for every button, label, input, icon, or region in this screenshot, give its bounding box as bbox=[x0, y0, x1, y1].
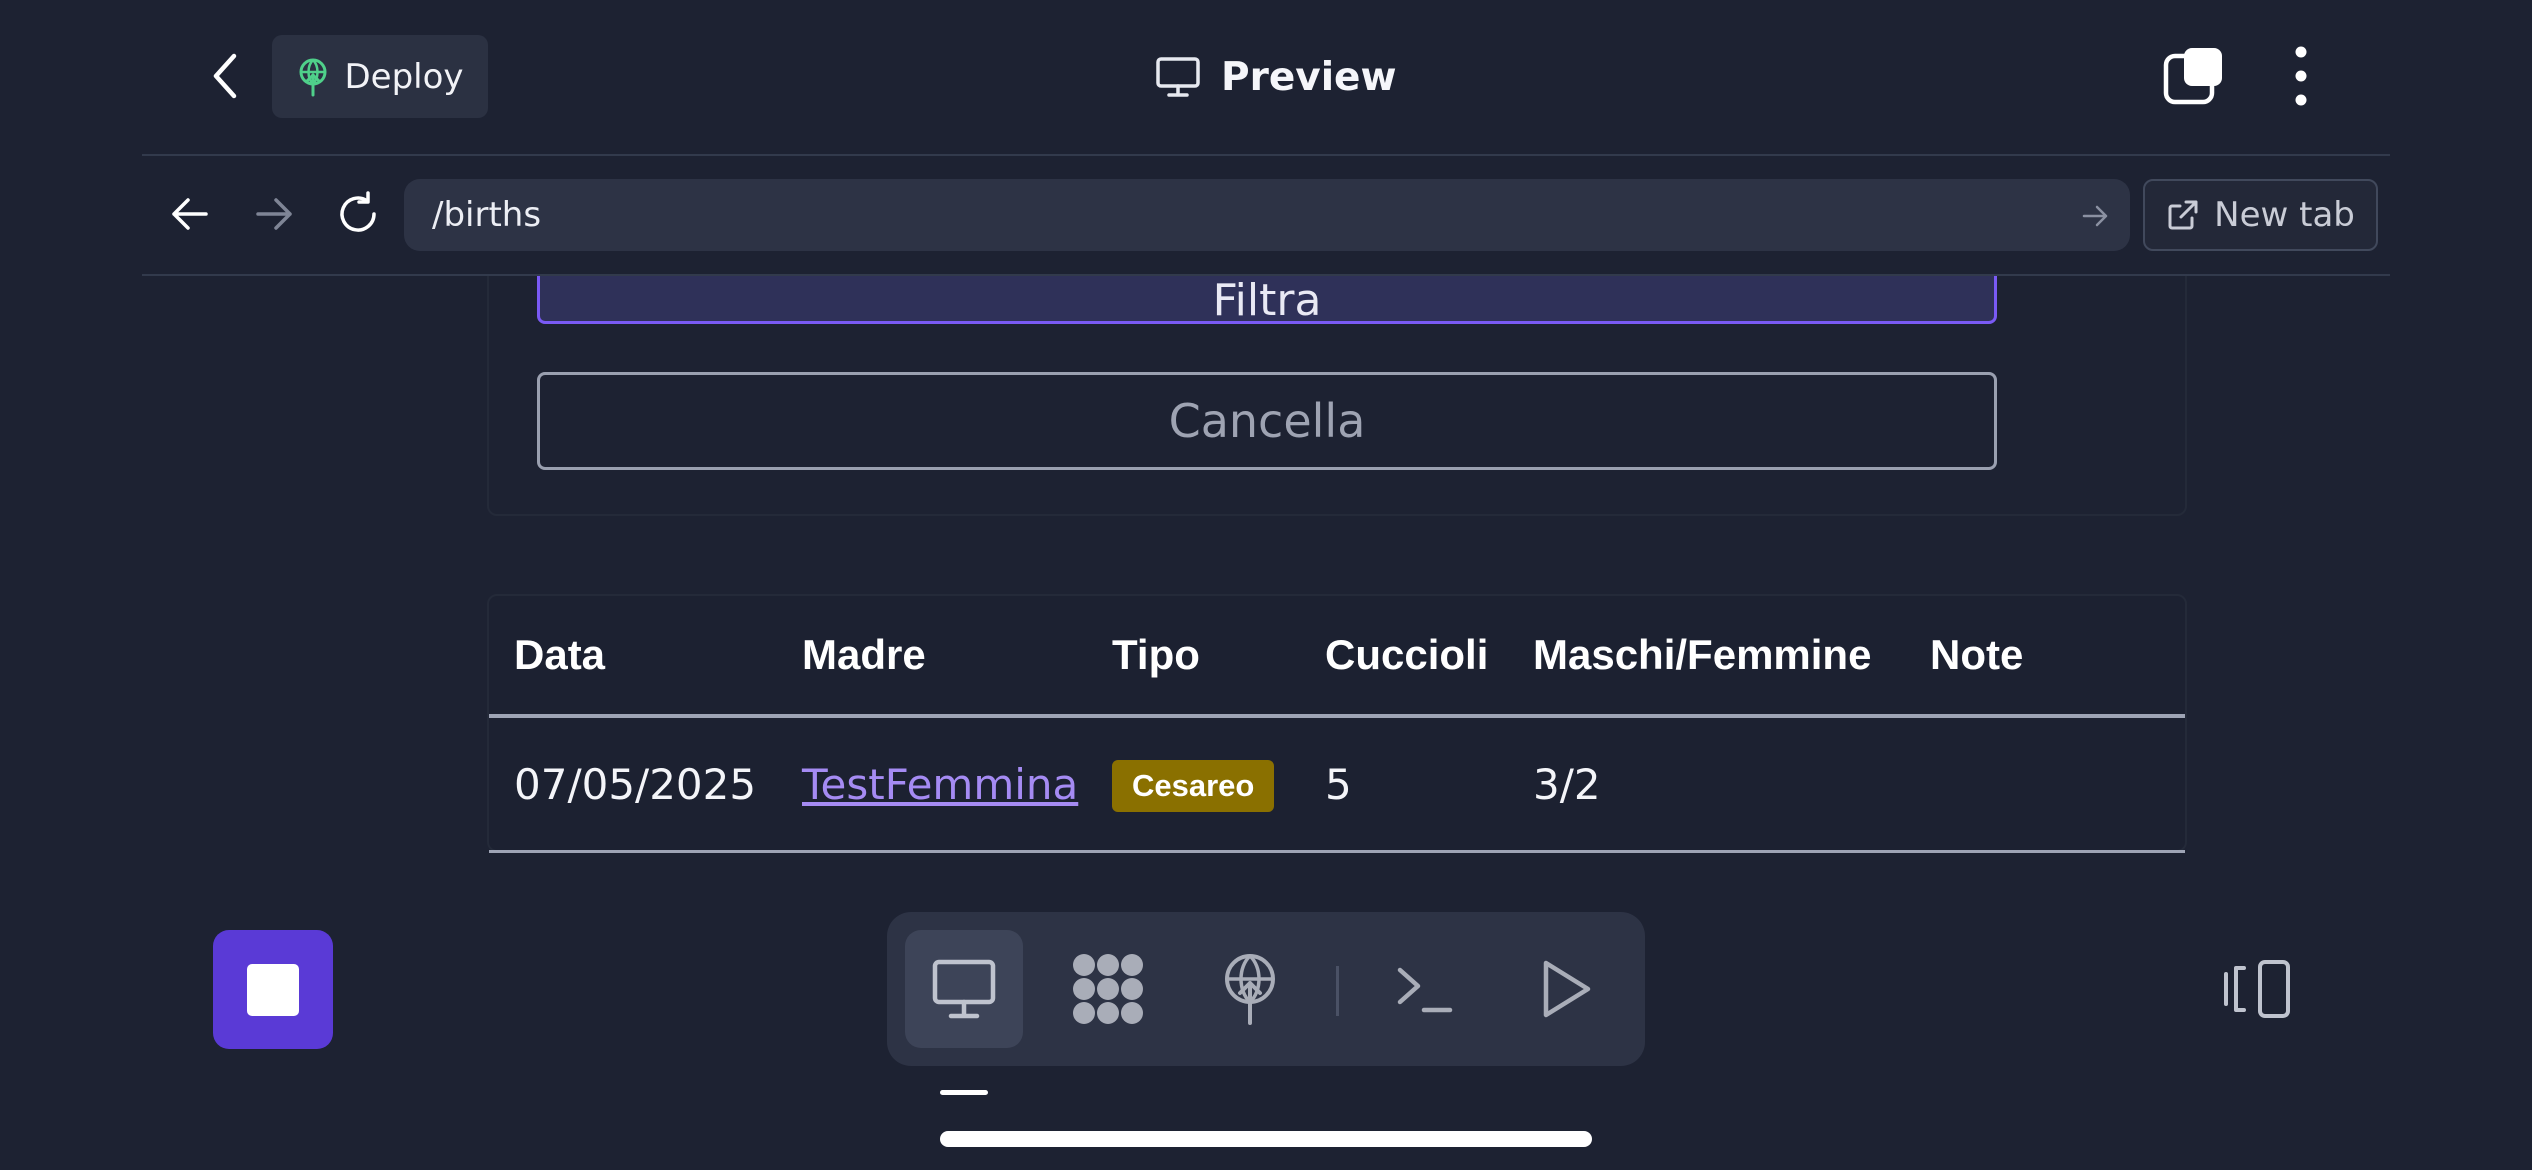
monitor-icon bbox=[1155, 56, 1201, 98]
new-tab-label: New tab bbox=[2214, 195, 2355, 235]
back-button[interactable] bbox=[200, 46, 250, 106]
new-tab-button[interactable]: New tab bbox=[2143, 179, 2378, 251]
more-vertical-icon bbox=[2295, 46, 2307, 106]
deploy-button[interactable]: Deploy bbox=[272, 35, 488, 118]
device-toggle-button[interactable] bbox=[2222, 958, 2294, 1020]
column-header-date[interactable]: Data bbox=[489, 596, 802, 718]
preview-viewport[interactable]: Filtra Cancella Data Madre Tipo Cuccioli… bbox=[142, 276, 2390, 868]
external-link-icon bbox=[2166, 198, 2200, 232]
arrow-right-icon bbox=[256, 198, 292, 230]
go-button[interactable] bbox=[2080, 201, 2110, 231]
cell-puppies: 5 bbox=[1325, 716, 1533, 853]
preview-title: Preview bbox=[1155, 46, 1397, 108]
dock-preview-button[interactable] bbox=[905, 930, 1023, 1048]
cell-notes bbox=[1930, 716, 2185, 853]
packages-icon bbox=[1073, 954, 1143, 1024]
filter-button-label: Filtra bbox=[1212, 276, 1322, 326]
dock-active-indicator bbox=[940, 1090, 988, 1095]
chevron-left-icon bbox=[213, 53, 237, 99]
mother-link[interactable]: TestFemmina bbox=[802, 760, 1078, 809]
tabs-icon bbox=[2163, 48, 2222, 105]
deploy-globe-icon bbox=[1225, 954, 1275, 1025]
divider bbox=[142, 154, 2390, 156]
dock-separator bbox=[1336, 966, 1339, 1016]
dock-deploy-button[interactable] bbox=[1191, 930, 1309, 1048]
deploy-globe-icon bbox=[296, 57, 330, 97]
device-toggle-icon bbox=[2224, 960, 2290, 1018]
births-table: Data Madre Tipo Cuccioli Maschi/Femmine … bbox=[489, 596, 2185, 853]
stop-button[interactable] bbox=[213, 930, 333, 1049]
nav-forward-button[interactable] bbox=[252, 192, 296, 236]
terminal-icon bbox=[1397, 967, 1453, 1013]
tabs-button[interactable] bbox=[2162, 44, 2226, 108]
table-row: 07/05/2025 TestFemmina Cesareo 5 3/2 bbox=[489, 716, 2185, 853]
dock-terminal-button[interactable] bbox=[1365, 930, 1483, 1048]
column-header-males-females[interactable]: Maschi/Femmine bbox=[1533, 596, 1930, 718]
clear-button-label: Cancella bbox=[1168, 394, 1366, 448]
more-options-button[interactable] bbox=[2283, 44, 2319, 108]
column-header-mother[interactable]: Madre bbox=[802, 596, 1112, 718]
cell-date: 07/05/2025 bbox=[489, 716, 802, 853]
deploy-label: Deploy bbox=[344, 56, 464, 97]
cell-mother: TestFemmina bbox=[802, 716, 1112, 853]
dock-run-button[interactable] bbox=[1507, 930, 1625, 1048]
cell-males-females: 3/2 bbox=[1533, 716, 1930, 853]
arrow-left-icon bbox=[172, 198, 208, 230]
clear-button[interactable]: Cancella bbox=[537, 372, 1997, 470]
reload-icon bbox=[340, 191, 376, 232]
arrow-right-icon bbox=[2082, 205, 2108, 227]
column-header-type[interactable]: Tipo bbox=[1112, 596, 1325, 718]
column-header-puppies[interactable]: Cuccioli bbox=[1325, 596, 1533, 718]
url-text: /births bbox=[432, 195, 542, 235]
filter-button[interactable]: Filtra bbox=[537, 276, 1997, 326]
column-header-notes[interactable]: Note bbox=[1930, 596, 2185, 718]
type-badge: Cesareo bbox=[1112, 759, 1275, 812]
url-input[interactable]: /births bbox=[404, 179, 2130, 251]
play-icon bbox=[1543, 960, 1591, 1018]
births-table-card: Data Madre Tipo Cuccioli Maschi/Femmine … bbox=[487, 594, 2187, 853]
page-title: Preview bbox=[1221, 54, 1397, 100]
table-header-row: Data Madre Tipo Cuccioli Maschi/Femmine … bbox=[489, 596, 2185, 718]
cell-type: Cesareo bbox=[1112, 716, 1325, 853]
home-indicator bbox=[940, 1131, 1592, 1147]
stop-icon bbox=[247, 963, 299, 1016]
monitor-icon bbox=[932, 959, 996, 1019]
reload-button[interactable] bbox=[334, 190, 382, 238]
dock-packages-button[interactable] bbox=[1049, 930, 1167, 1048]
bottom-dock bbox=[887, 912, 1645, 1066]
nav-back-button[interactable] bbox=[168, 192, 212, 236]
